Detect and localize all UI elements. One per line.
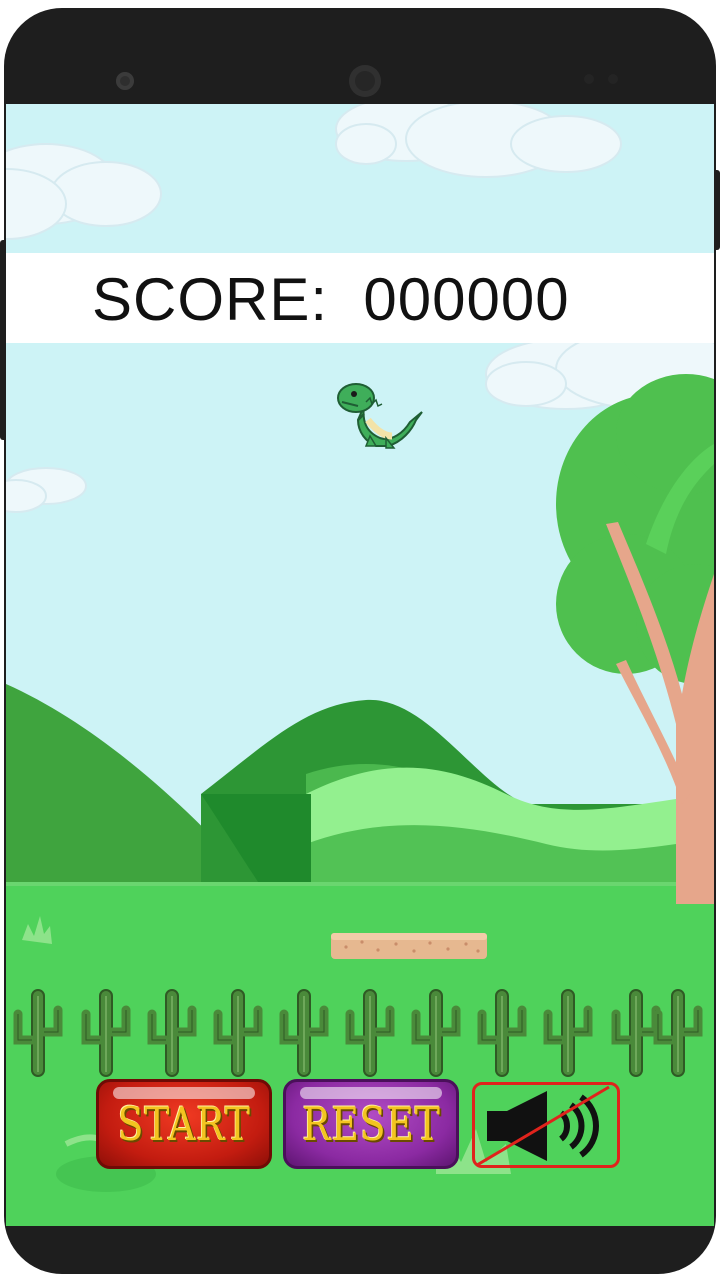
earpiece-camera-icon: [349, 65, 381, 97]
start-button-label: START: [117, 1097, 251, 1151]
reset-button-label: RESET: [301, 1097, 441, 1151]
score-label: SCORE: 000000: [92, 266, 570, 333]
sensor-icon: [584, 74, 594, 84]
sound-toggle-button[interactable]: [472, 1082, 620, 1168]
reset-button[interactable]: RESET: [283, 1079, 459, 1169]
speaker-muted-icon: [476, 1085, 610, 1167]
wooden-platform: [331, 933, 487, 959]
front-camera-icon: [116, 72, 134, 90]
start-button[interactable]: START: [96, 1079, 272, 1169]
sensor-icon-2: [608, 74, 618, 84]
game-screen[interactable]: SCORE: 000000 START RESET: [6, 104, 714, 1226]
